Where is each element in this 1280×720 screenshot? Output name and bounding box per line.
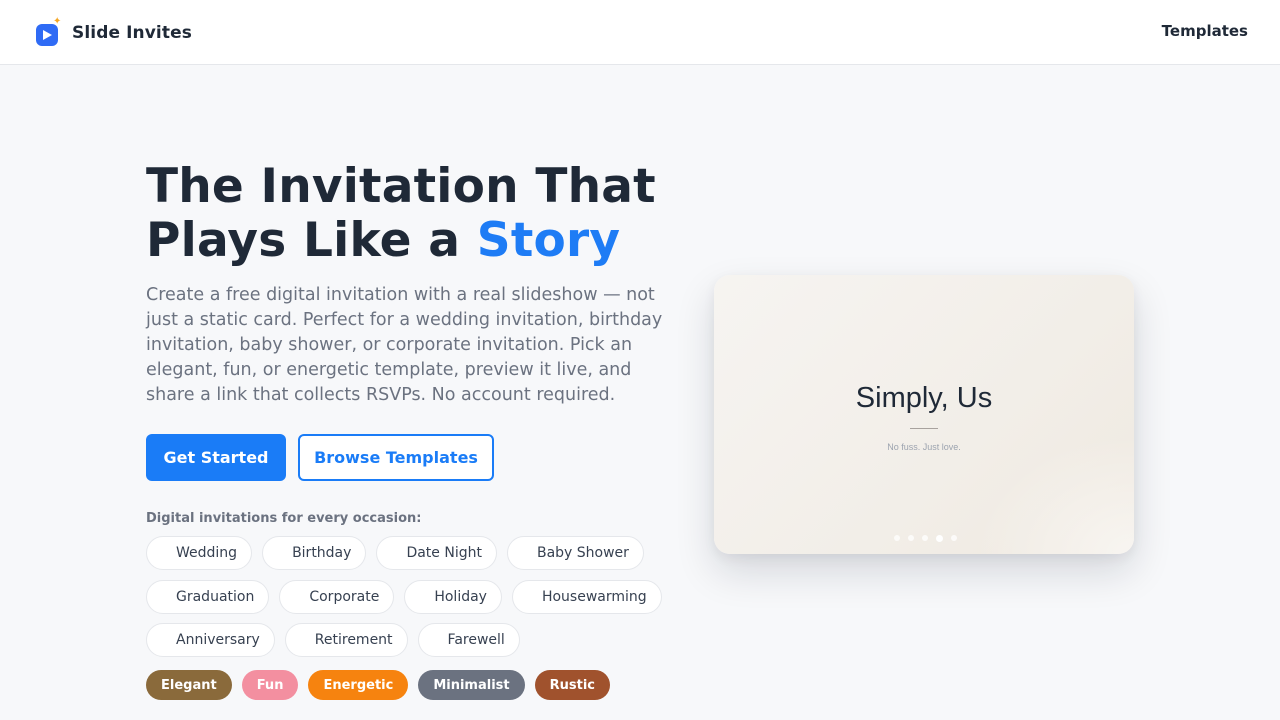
style-pills-row: Elegant Fun Energetic Minimalist Rustic [146, 670, 611, 700]
slide-dot-3[interactable] [922, 535, 928, 541]
sparkle-icon: ✦ [53, 16, 62, 27]
hero-description: Create a free digital invitation with a … [146, 285, 663, 405]
preview-texture [974, 434, 1134, 554]
occasion-chips-row-2: Graduation Corporate Holiday Housewarmin… [146, 580, 662, 614]
slide-divider [910, 428, 938, 429]
get-started-button[interactable]: Get Started [146, 434, 286, 481]
occasion-chip-holiday[interactable]: Holiday [404, 580, 502, 614]
slide-dot-2[interactable] [908, 535, 914, 541]
style-pill-energetic[interactable]: Energetic [308, 670, 409, 700]
invitation-preview-card[interactable]: Simply, Us No fuss. Just love. [714, 275, 1134, 554]
slide-dot-4[interactable] [936, 534, 943, 542]
slide-subtitle: No fuss. Just love. [887, 442, 961, 452]
site-header: ✦ Slide Invites Templates [0, 0, 1280, 65]
brand-logo-link[interactable]: ✦ Slide Invites [36, 17, 192, 46]
style-pill-rustic[interactable]: Rustic [534, 670, 611, 700]
occasion-chip-retirement[interactable]: Retirement [284, 623, 408, 657]
occasion-chip-baby-shower[interactable]: Baby Shower [506, 536, 644, 570]
hero-title: The Invitation That Plays Like a Story [146, 160, 686, 268]
hero-title-accent: Story [476, 213, 621, 268]
play-logo-icon: ✦ [36, 17, 61, 46]
slide-title: Simply, Us [855, 382, 993, 414]
style-pill-minimalist[interactable]: Minimalist [418, 670, 525, 700]
nav-templates-link[interactable]: Templates [1162, 22, 1248, 40]
style-pill-fun[interactable]: Fun [241, 670, 299, 700]
occasion-chip-wedding[interactable]: Wedding [146, 536, 253, 570]
slide-dot-1[interactable] [894, 535, 900, 541]
occasion-chip-housewarming[interactable]: Housewarming [511, 580, 662, 614]
slide-indicator-dots [894, 534, 957, 542]
brand-name: Slide Invites [72, 23, 192, 43]
occasion-chip-birthday[interactable]: Birthday [262, 536, 367, 570]
occasion-chips-row-3: Anniversary Retirement Farewell [146, 623, 520, 657]
style-pill-elegant[interactable]: Elegant [146, 670, 232, 700]
slide-dot-5[interactable] [951, 535, 957, 541]
occasions-label: Digital invitations for every occasion: [146, 511, 422, 526]
occasion-chip-corporate[interactable]: Corporate [279, 580, 395, 614]
occasion-chip-graduation[interactable]: Graduation [146, 580, 270, 614]
occasion-chips-row-1: Wedding Birthday Date Night Baby Shower [146, 536, 644, 570]
browse-templates-button[interactable]: Browse Templates [298, 434, 494, 481]
occasion-chip-anniversary[interactable]: Anniversary [146, 623, 275, 657]
occasion-chip-farewell[interactable]: Farewell [417, 623, 520, 657]
occasion-chip-date-night[interactable]: Date Night [376, 536, 497, 570]
